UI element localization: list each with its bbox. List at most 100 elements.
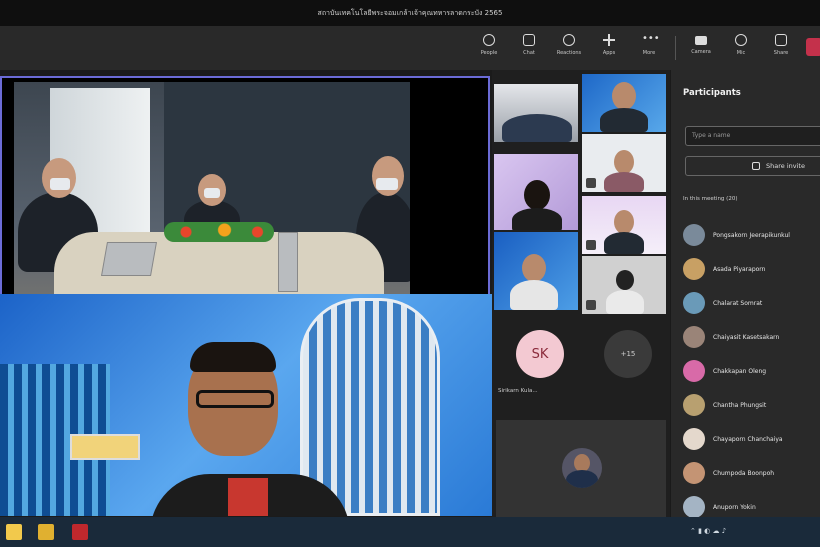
people-button[interactable]: People <box>474 32 504 66</box>
avatar <box>683 496 705 517</box>
participant-body <box>512 208 562 230</box>
overflow-tile[interactable]: +15 <box>582 322 666 412</box>
folder-icon[interactable] <box>38 524 54 540</box>
toolbar-divider <box>675 36 676 60</box>
avatar <box>683 360 705 382</box>
reactions-icon <box>563 34 575 46</box>
participant-search-input[interactable]: Type a name <box>685 126 820 146</box>
share-invite-icon <box>752 162 760 170</box>
participants-panel: Participants Type a name Share invite In… <box>670 70 820 517</box>
participant-row[interactable]: Chayaporn Chanchaiya <box>683 426 820 452</box>
self-avatar-body <box>566 470 598 488</box>
avatar <box>683 462 705 484</box>
leave-button[interactable] <box>806 38 820 56</box>
participant-head <box>524 180 550 210</box>
share-button[interactable]: Share <box>766 32 796 66</box>
participant-row[interactable]: Chalarat Somrat <box>683 290 820 316</box>
mic-button[interactable]: Mic <box>726 32 756 66</box>
avatar-name: Sirikarn Kula... <box>498 388 538 394</box>
window-title: สถาบันเทคโนโลยีพระจอมเกล้าเจ้าคุณทหารลาด… <box>317 8 503 17</box>
video-tile[interactable] <box>582 74 666 132</box>
presenter-glasses <box>196 390 274 408</box>
main-stage <box>0 70 492 517</box>
participant-row[interactable]: Asada Piyaraporn <box>683 256 820 282</box>
video-tile[interactable] <box>494 232 578 310</box>
chat-icon <box>523 34 535 46</box>
video-tile-people <box>502 114 572 142</box>
apps-button[interactable]: Apps <box>594 32 624 66</box>
more-label: More <box>642 50 656 56</box>
participant-row[interactable]: Chakkapan Oleng <box>683 358 820 384</box>
avatar <box>683 428 705 450</box>
background-sign <box>70 434 140 460</box>
avatar: SK <box>516 330 564 378</box>
video-gallery: SK Sirikarn Kula... +15 <box>492 70 670 517</box>
video-tile[interactable] <box>582 134 666 192</box>
video-tile[interactable] <box>494 84 578 142</box>
reactions-label: Reactions <box>556 50 582 56</box>
participant-body <box>604 172 644 192</box>
self-view-tile[interactable] <box>496 420 666 517</box>
participant-row[interactable]: Chantha Phungsit <box>683 392 820 418</box>
participant-name: Pongsakorn Jeerapikunkul <box>713 231 790 239</box>
participant-body <box>606 290 644 314</box>
participant-row[interactable]: Pongsakorn Jeerapikunkul <box>683 222 820 248</box>
reactions-button[interactable]: Reactions <box>554 32 584 66</box>
avatar-tile[interactable]: SK Sirikarn Kula... <box>494 322 578 412</box>
flower-arrangement <box>164 222 274 242</box>
in-meeting-section-header[interactable]: In this meeting (20) <box>683 196 737 202</box>
participant-name: Chalarat Somrat <box>713 299 763 307</box>
participant-name: Asada Piyaraporn <box>713 265 766 273</box>
file-explorer-icon[interactable] <box>6 524 22 540</box>
mic-icon <box>735 34 747 46</box>
apps-label: Apps <box>602 50 616 56</box>
participant-head <box>616 270 634 290</box>
participant-row[interactable]: Chumpoda Boonpoh <box>683 460 820 486</box>
camera-button[interactable]: Camera <box>686 32 716 66</box>
participant-name: Chumpoda Boonpoh <box>713 469 775 477</box>
avatar <box>683 326 705 348</box>
camera-icon <box>695 36 707 45</box>
attendee-center-mask <box>204 188 220 198</box>
avatar <box>683 292 705 314</box>
overflow-count: +15 <box>604 330 652 378</box>
more-icon: ••• <box>642 33 660 44</box>
pdf-reader-icon[interactable] <box>72 524 88 540</box>
participant-head <box>522 254 546 282</box>
meeting-toolbar: People Chat Reactions Apps ••• More Came… <box>0 26 820 70</box>
participant-name: Chakkapan Oleng <box>713 367 767 375</box>
participant-head <box>612 82 636 110</box>
video-tile[interactable] <box>582 256 666 314</box>
presenter-video[interactable] <box>0 294 492 516</box>
mic-label: Mic <box>736 50 746 56</box>
people-label: People <box>480 50 498 56</box>
os-taskbar: ⌃ ▮ ◐ ☁ ♪ <box>0 517 820 547</box>
attendee-right-head <box>372 156 404 196</box>
avatar <box>683 258 705 280</box>
participant-name: Chayaporn Chanchaiya <box>713 435 783 443</box>
self-avatar <box>562 448 602 488</box>
camera-label: Camera <box>691 49 711 55</box>
participant-name: Chantha Phungsit <box>713 401 767 409</box>
share-invite-label: Share invite <box>766 162 805 170</box>
laptop <box>101 242 157 276</box>
more-button[interactable]: ••• More <box>634 32 664 66</box>
system-tray-icons[interactable]: ⌃ ▮ ◐ ☁ ♪ <box>690 527 726 535</box>
share-invite-button[interactable]: Share invite <box>685 156 820 176</box>
chat-button[interactable]: Chat <box>514 32 544 66</box>
participant-row[interactable]: Chaiyasit Kasetsakarn <box>683 324 820 350</box>
mic-off-icon <box>586 300 596 310</box>
mic-off-icon <box>586 240 596 250</box>
attendee-left-mask <box>50 178 70 190</box>
participant-row[interactable]: Anuporn Yokin <box>683 494 820 517</box>
video-tile[interactable] <box>582 196 666 254</box>
participant-head <box>614 210 634 234</box>
video-tile[interactable] <box>494 154 578 230</box>
participant-head <box>614 150 634 174</box>
participant-body <box>604 232 644 254</box>
chat-label: Chat <box>523 50 535 56</box>
people-icon <box>483 34 495 46</box>
participant-body <box>510 280 558 310</box>
panel-title: Participants <box>683 88 741 98</box>
attendee-right-mask <box>376 178 398 190</box>
